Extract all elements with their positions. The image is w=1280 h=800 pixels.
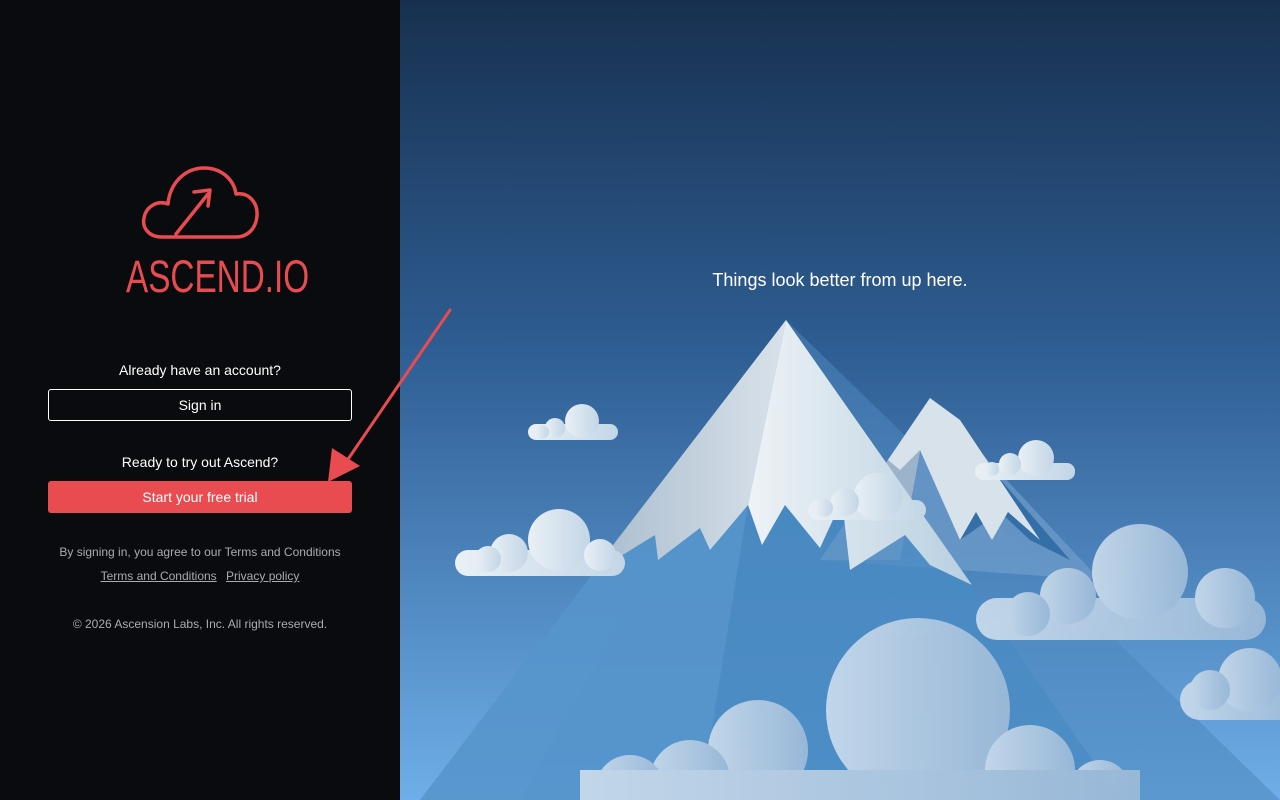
legal-agreement: By signing in, you agree to our Terms an… [59,545,341,559]
trial-prompt: Ready to try out Ascend? [121,454,279,470]
hero-panel: Things look better from up here. [400,0,1280,800]
start-free-trial-button[interactable]: Start your free trial [48,481,352,513]
legal-links: Terms and Conditions Privacy policy [0,569,400,583]
privacy-link[interactable]: Privacy policy [226,569,299,583]
terms-link[interactable]: Terms and Conditions [101,569,217,583]
cloud-arrow-icon [141,166,259,239]
brand-wordmark: ASCEND.IO [126,251,310,302]
mountain-clouds-illustration [400,0,1280,800]
signin-prompt: Already have an account? [119,362,281,378]
copyright: © 2026 Ascension Labs, Inc. All rights r… [72,617,328,631]
left-panel: ASCEND.IO Already have an account? Sign … [0,0,400,800]
hero-tagline: Things look better from up here. [712,270,968,290]
sign-in-button[interactable]: Sign in [48,389,352,421]
brand-logo: ASCEND.IO [100,160,309,302]
